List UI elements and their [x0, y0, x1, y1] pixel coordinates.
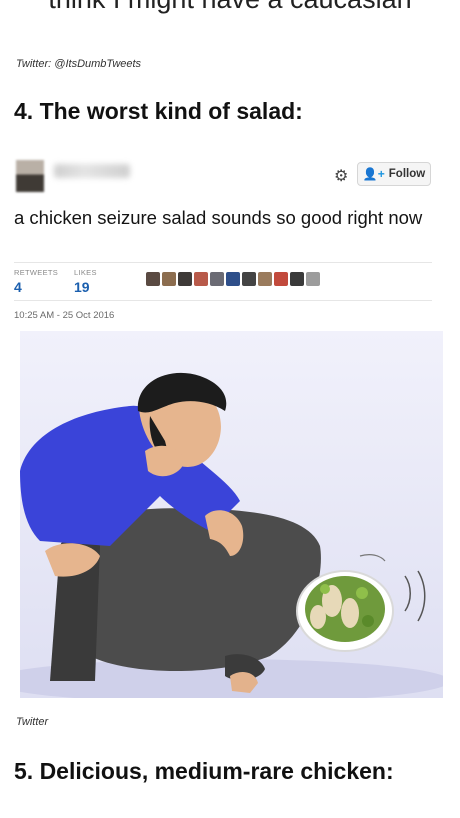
liker-avatar[interactable] — [258, 272, 272, 286]
blurred-username — [54, 164, 130, 178]
retweets-label: RETWEETS — [14, 268, 59, 277]
liker-avatar[interactable] — [210, 272, 224, 286]
cpr-salad-illustration — [20, 331, 443, 698]
avatar[interactable] — [16, 160, 44, 192]
liker-avatar[interactable] — [226, 272, 240, 286]
liker-avatar[interactable] — [162, 272, 176, 286]
image-credit: Twitter — [16, 716, 49, 728]
add-user-icon: 👤+ — [362, 167, 385, 181]
liker-avatar[interactable] — [242, 272, 256, 286]
divider — [14, 300, 432, 301]
likes-count[interactable]: 19 — [74, 279, 90, 295]
liker-avatars — [146, 272, 320, 286]
liker-avatar[interactable] — [194, 272, 208, 286]
list-item-heading-4: 4. The worst kind of salad: — [14, 98, 303, 124]
liker-avatar[interactable] — [178, 272, 192, 286]
follow-button[interactable]: 👤+ Follow — [357, 162, 431, 186]
image-credit: Twitter: @ItsDumbTweets — [16, 58, 142, 70]
divider — [14, 262, 432, 263]
likes-label: LIKES — [74, 268, 97, 277]
liker-avatar[interactable] — [290, 272, 304, 286]
retweets-count[interactable]: 4 — [14, 279, 22, 295]
clipped-previous-heading: think I might have a caucasian — [0, 0, 460, 15]
follow-label: Follow — [388, 168, 426, 180]
tweet-timestamp[interactable]: 10:25 AM - 25 Oct 2016 — [14, 310, 114, 321]
liker-avatar[interactable] — [274, 272, 288, 286]
tweet-text: a chicken seizure salad sounds so good r… — [14, 207, 423, 228]
liker-avatar[interactable] — [306, 272, 320, 286]
gear-icon[interactable]: ⚙ — [334, 166, 348, 186]
list-item-heading-5: 5. Delicious, medium-rare chicken: — [14, 758, 394, 784]
liker-avatar[interactable] — [146, 272, 160, 286]
